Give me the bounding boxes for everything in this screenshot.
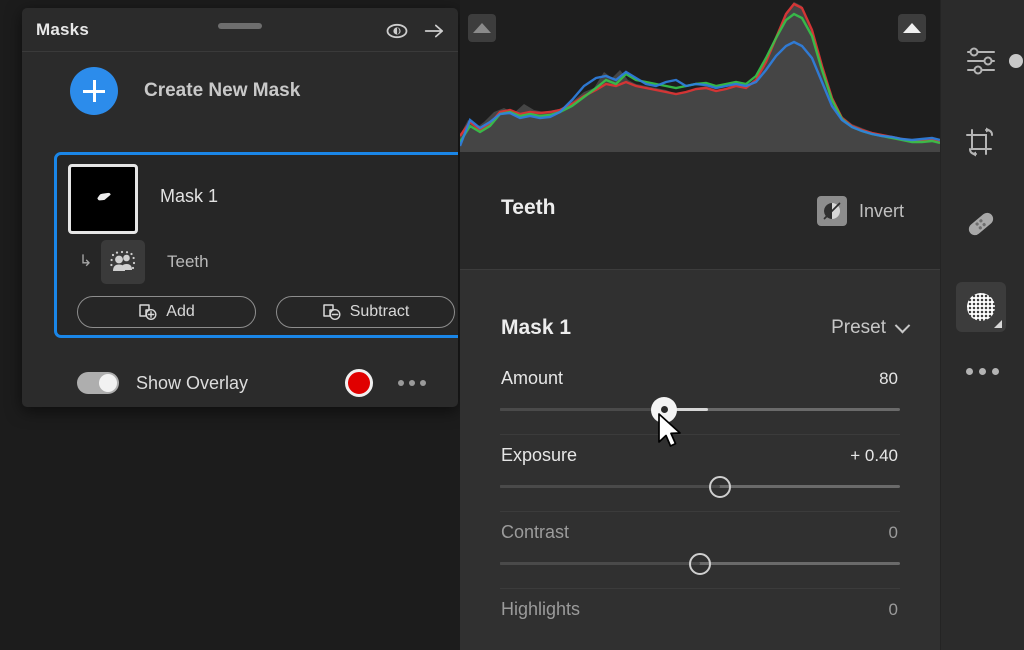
- slider-contrast-track[interactable]: [500, 552, 900, 575]
- tool-rail: [940, 0, 1024, 650]
- triangle-up-icon: [903, 23, 921, 33]
- invert-label: Invert: [858, 200, 904, 221]
- add-button-label: Add: [166, 303, 195, 320]
- create-new-mask-button[interactable]: Create New Mask: [22, 52, 458, 130]
- slider-amount-handle[interactable]: [651, 396, 677, 423]
- slider-exposure-value: + 0.40: [850, 446, 898, 465]
- invert-control[interactable]: Invert: [816, 196, 904, 226]
- edit-panel: Teeth Invert Mask 1 Preset Amount 80 Exp…: [460, 0, 940, 650]
- preset-dropdown[interactable]: Preset: [831, 317, 911, 339]
- masks-panel-header: Masks: [22, 8, 458, 52]
- slider-contrast-handle[interactable]: [689, 552, 711, 575]
- slider-highlights-label: Highlights: [501, 599, 581, 619]
- people-select-subject-icon: [101, 240, 145, 284]
- mask-thumbnail[interactable]: [68, 164, 138, 234]
- plus-icon: [70, 67, 118, 115]
- masking-icon[interactable]: [956, 282, 1006, 332]
- tool-options-corner-indicator: [994, 320, 1002, 328]
- chevron-down-icon: [894, 317, 911, 333]
- tool-rail-more-ellipsis-icon[interactable]: [966, 368, 999, 375]
- adjustment-sliders: Amount 80 Exposure + 0.40 Contrast 0 Hig…: [460, 358, 940, 650]
- crop-rotate-icon[interactable]: [956, 117, 1006, 167]
- slider-highlights[interactable]: Highlights 0: [500, 589, 900, 650]
- mask-item-main-row: Mask 1: [57, 155, 458, 234]
- panel-drag-handle[interactable]: [218, 23, 262, 29]
- app-root: Masks Create New Mask Mask 1 ↳ Teeth Add…: [0, 0, 1024, 650]
- slider-contrast-value: 0: [888, 523, 898, 542]
- healing-brush-icon[interactable]: [956, 199, 1006, 249]
- masks-panel: Masks Create New Mask Mask 1 ↳ Teeth Add…: [22, 8, 458, 407]
- edit-sliders-icon[interactable]: [956, 36, 1006, 86]
- mask-action-buttons: Add Subtract: [57, 284, 458, 328]
- rgb-histogram[interactable]: [460, 0, 940, 152]
- mask-subitem-label: Teeth: [167, 252, 209, 271]
- slider-contrast-label: Contrast: [501, 522, 570, 542]
- panel-title: Masks: [36, 19, 89, 39]
- square-plus-icon: [139, 303, 157, 320]
- show-overlay-toggle[interactable]: [77, 372, 119, 394]
- preset-label: Preset: [831, 317, 886, 338]
- slider-exposure-track[interactable]: [500, 475, 900, 498]
- slider-amount-label: Amount: [501, 368, 564, 388]
- show-overlay-label: Show Overlay: [136, 372, 249, 393]
- slider-contrast[interactable]: Contrast 0: [500, 512, 900, 589]
- visibility-eye-icon[interactable]: [386, 20, 408, 42]
- collapse-arrow-right-icon[interactable]: [424, 20, 446, 42]
- adjustments-title: Mask 1: [501, 316, 572, 339]
- slider-amount-track[interactable]: [500, 396, 900, 423]
- create-new-mask-label: Create New Mask: [144, 80, 301, 101]
- mask-type-title: Teeth: [501, 196, 556, 219]
- slider-amount-value: 80: [879, 369, 898, 388]
- mask-list-item[interactable]: Mask 1 ↳ Teeth Add Subtract: [54, 152, 458, 338]
- mask-subitem-row[interactable]: ↳ Teeth: [57, 240, 458, 284]
- slider-amount[interactable]: Amount 80: [500, 358, 900, 435]
- histogram-highlight-clipping-button[interactable]: [898, 14, 926, 42]
- triangle-up-icon: [473, 23, 491, 33]
- add-button[interactable]: Add: [77, 296, 256, 328]
- mask-item-name: Mask 1: [160, 186, 219, 206]
- overlay-options-ellipsis-icon[interactable]: [398, 380, 426, 386]
- panel-header-icons: [386, 20, 446, 42]
- edge-handle-dot[interactable]: [1009, 54, 1023, 68]
- square-minus-icon: [322, 303, 341, 320]
- subtract-button[interactable]: Subtract: [276, 296, 455, 328]
- subtract-button-label: Subtract: [349, 303, 410, 320]
- slider-exposure[interactable]: Exposure + 0.40: [500, 435, 900, 512]
- overlay-color-swatch[interactable]: [345, 369, 373, 397]
- adjustments-header: Mask 1 Preset: [460, 270, 940, 358]
- histogram-graph: [460, 2, 940, 152]
- show-overlay-row: Show Overlay: [22, 360, 458, 406]
- mask-type-section: Teeth Invert: [460, 152, 940, 270]
- rail-divider: [940, 0, 941, 650]
- histogram-shadow-clipping-button[interactable]: [468, 14, 496, 42]
- slider-exposure-handle[interactable]: [709, 475, 731, 498]
- subitem-branch-arrow-icon: ↳: [79, 253, 93, 270]
- mask-thumbnail-shape: [96, 191, 111, 202]
- invert-circle-icon: [816, 196, 847, 226]
- slider-exposure-label: Exposure: [501, 445, 578, 465]
- slider-highlights-value: 0: [888, 600, 898, 619]
